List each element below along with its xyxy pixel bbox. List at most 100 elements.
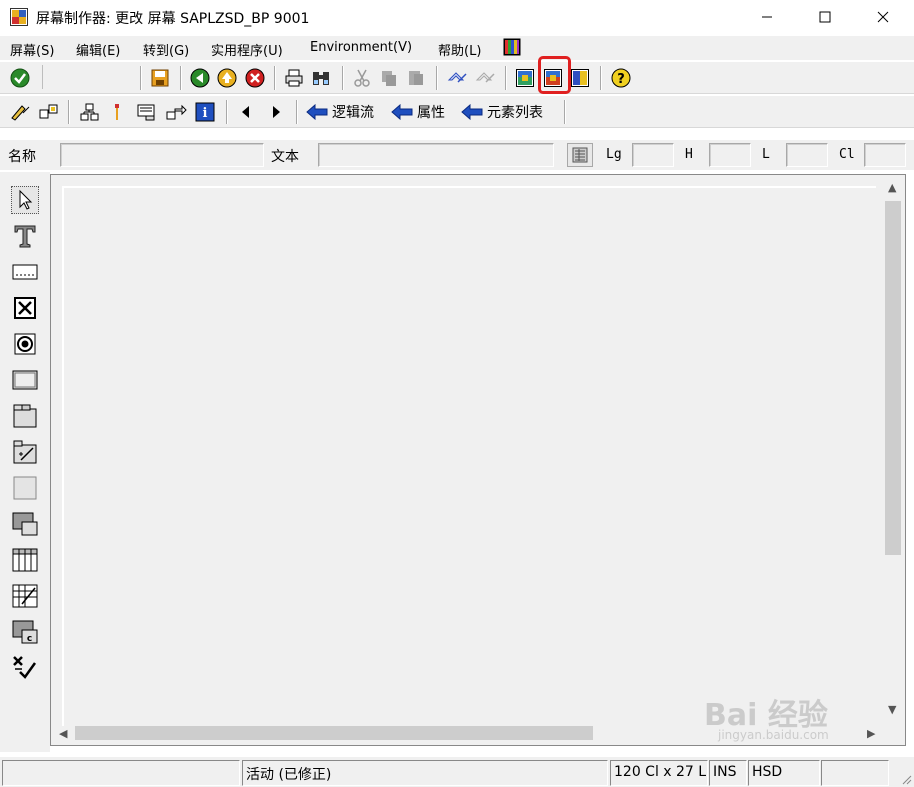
menu-help[interactable]: 帮助(L)	[438, 40, 481, 59]
status-bar: 活动 (已修正) 120 Cl x 27 L INS HSD	[0, 756, 914, 787]
checkbox-icon	[14, 297, 36, 319]
palette-pointer[interactable]	[11, 186, 39, 214]
name-input[interactable]	[60, 143, 264, 167]
scroll-down-icon[interactable]: ▼	[888, 703, 896, 716]
h-input[interactable]	[709, 143, 751, 167]
hierarchy-button[interactable]	[38, 101, 60, 123]
undo-button[interactable]	[446, 67, 468, 89]
status-icon	[13, 656, 37, 679]
scroll-up-icon[interactable]: ▲	[888, 181, 896, 194]
prev-icon	[242, 106, 249, 118]
structure-button[interactable]	[78, 101, 100, 123]
palette-subscreen[interactable]	[11, 510, 39, 538]
flow-icon	[166, 104, 187, 120]
separator	[600, 66, 602, 90]
next-button[interactable]	[265, 101, 287, 123]
palette-table-control[interactable]	[11, 546, 39, 574]
status-extra	[821, 760, 889, 786]
palette-tabstrip[interactable]	[11, 402, 39, 430]
separator	[274, 66, 276, 90]
screen-canvas[interactable]	[62, 186, 876, 726]
watermark-url: jingyan.baidu.com	[718, 728, 829, 742]
logic-flow-button[interactable]: 逻辑流	[306, 100, 374, 124]
h-label: H	[685, 147, 693, 162]
tabstrip-icon	[13, 404, 37, 428]
separator	[226, 100, 228, 124]
command-field[interactable]	[42, 65, 138, 89]
palette-custom-control[interactable]: c	[11, 618, 39, 646]
attributes-button[interactable]: 属性	[391, 100, 445, 124]
exit-button[interactable]	[216, 67, 238, 89]
palette-radio-button[interactable]	[11, 330, 39, 358]
text-input[interactable]	[318, 143, 554, 167]
prev-button[interactable]	[235, 101, 257, 123]
resize-grip-icon[interactable]	[900, 773, 912, 785]
minimize-button[interactable]	[744, 0, 790, 34]
separator	[342, 66, 344, 90]
layout-editor-button[interactable]	[514, 67, 536, 89]
help-button[interactable]: ?	[610, 67, 632, 89]
menu-utilities[interactable]: 实用程序(U)	[211, 40, 283, 59]
dict-icon	[137, 104, 155, 121]
element-list-label: 元素列表	[487, 105, 543, 121]
screen-layout-button[interactable]	[569, 67, 591, 89]
back-button[interactable]	[189, 67, 211, 89]
undo-icon	[447, 72, 467, 83]
layout-colors-icon[interactable]	[503, 38, 521, 56]
menu-edit[interactable]: 编辑(E)	[76, 40, 120, 59]
print-button[interactable]	[283, 67, 305, 89]
palette-input-field[interactable]	[11, 258, 39, 286]
pin-button[interactable]	[106, 101, 128, 123]
element-list-button[interactable]: 元素列表	[461, 100, 543, 124]
palette-status-icon[interactable]	[11, 654, 39, 682]
watermark: Bai 经验 jingyan.baidu.com	[704, 688, 874, 742]
copy-button	[378, 67, 400, 89]
help-icon: ?	[611, 68, 631, 88]
palette-pushbutton[interactable]	[11, 366, 39, 394]
scroll-left-icon[interactable]: ◀	[59, 727, 67, 740]
menu-screen[interactable]: 屏幕(S)	[10, 40, 54, 59]
arrow-left-icon	[461, 104, 483, 120]
status-size: 120 Cl x 27 L	[610, 760, 708, 786]
edit-pencil-button[interactable]	[9, 101, 31, 123]
element-palette: c	[0, 172, 50, 752]
lg-input[interactable]	[632, 143, 674, 167]
menu-environment[interactable]: Environment(V)	[310, 40, 412, 55]
vertical-scroll-thumb[interactable]	[885, 201, 901, 555]
palette-text-field[interactable]	[11, 222, 39, 250]
horizontal-scroll-thumb[interactable]	[75, 726, 593, 740]
table-wizard-icon	[12, 584, 38, 608]
radio-button-icon	[14, 333, 36, 355]
separator	[505, 66, 507, 90]
dict-button[interactable]	[136, 101, 158, 123]
attribute-bar: 名称 文本 Lg H L Cl	[0, 140, 914, 170]
pointer-icon	[19, 189, 33, 210]
cut-button	[351, 67, 373, 89]
palette-box[interactable]	[11, 474, 39, 502]
maximize-button[interactable]	[802, 0, 848, 34]
menu-goto[interactable]: 转到(G)	[143, 40, 189, 59]
flow-button[interactable]	[165, 101, 187, 123]
vertical-scrollbar[interactable]: ▲ ▼	[882, 179, 902, 719]
text-dict-button[interactable]	[567, 143, 593, 167]
cancel-button[interactable]	[244, 67, 266, 89]
standard-toolbar: ?	[0, 62, 914, 94]
close-button[interactable]	[860, 0, 906, 34]
table-control-icon	[12, 548, 38, 572]
layout-1-icon	[516, 69, 534, 87]
svg-text:?: ?	[617, 72, 625, 87]
separator	[180, 66, 182, 90]
palette-tabstrip-wizard[interactable]	[11, 438, 39, 466]
cl-input[interactable]	[864, 143, 906, 167]
palette-table-wizard[interactable]	[11, 582, 39, 610]
separator	[296, 100, 298, 124]
info-button[interactable]: i	[194, 101, 216, 123]
list-icon	[572, 147, 588, 163]
save-button[interactable]	[149, 67, 171, 89]
find-button[interactable]	[310, 67, 332, 89]
enter-button[interactable]	[9, 67, 31, 89]
l-input[interactable]	[786, 143, 828, 167]
input-field-icon	[12, 264, 38, 280]
layout-3-icon	[571, 69, 589, 87]
palette-checkbox[interactable]	[11, 294, 39, 322]
